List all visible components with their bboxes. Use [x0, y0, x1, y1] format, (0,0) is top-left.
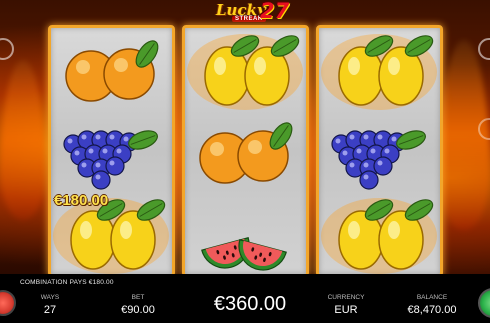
reel-1-symbol-grapes-icon	[51, 110, 172, 192]
reel-2-symbol-lemon-icon	[185, 28, 306, 110]
combination-pays-text: COMBINATION PAYS €180.00	[20, 279, 114, 286]
balance-value: €8,470.00	[407, 304, 457, 316]
reel-3-symbol-grapes-icon	[319, 110, 440, 192]
right-side-button[interactable]	[478, 38, 490, 60]
bet-value[interactable]: €90.00	[108, 304, 168, 316]
reel-3-symbol-lemon-icon	[319, 28, 440, 110]
flame-decoration	[0, 60, 46, 220]
reel-2-symbol-orange-icon	[185, 110, 306, 192]
reel-1-symbol-orange-icon	[51, 28, 172, 110]
ways-value: 27	[43, 304, 57, 316]
ways-label: WAYS	[40, 294, 60, 301]
reel-3-symbol-lemon-icon	[319, 192, 440, 274]
game-logo: Lucky STREAK 27	[210, 0, 290, 26]
currency-value: EUR	[334, 304, 358, 316]
logo-number: 27	[260, 0, 290, 23]
bet-label: BET	[131, 294, 145, 301]
balance-label: BALANCE	[416, 294, 448, 301]
slot-game-screen: Lucky STREAK 27 €180.00 COMBINATION PAYS…	[0, 0, 490, 323]
win-amount-label: €180.00	[54, 192, 109, 209]
left-side-button[interactable]	[0, 38, 14, 60]
total-win-amount: €360.00	[213, 293, 287, 315]
currency-label: CURRENCY	[327, 294, 365, 301]
reel-2-symbol-watermelon-icon	[185, 192, 306, 274]
